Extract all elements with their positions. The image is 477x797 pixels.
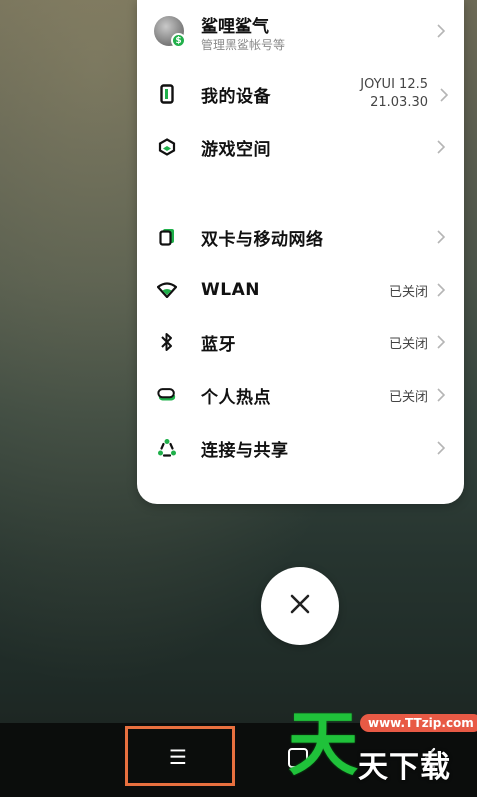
chevron-right-icon — [434, 140, 448, 154]
device-version-os: JOYUI 12.5 — [360, 77, 428, 92]
wifi-icon — [157, 280, 177, 300]
hexagon-icon — [157, 137, 177, 157]
avatar-badge: $ — [171, 33, 186, 48]
menu-button[interactable]: ☰ — [160, 739, 196, 775]
chevron-right-icon — [434, 230, 448, 244]
settings-item-label: 游戏空间 — [201, 139, 271, 160]
chevron-right-icon — [434, 388, 448, 402]
chevron-right-icon — [434, 24, 448, 38]
chevron-right-icon — [434, 283, 448, 297]
settings-item-game-space[interactable]: 游戏空间 — [137, 125, 464, 169]
settings-card: $ 鲨哩鲨气 管理黑鲨帐号等 我的设备 JOYUI 12.5 21.03.30 — [137, 0, 464, 504]
settings-item-share[interactable]: 连接与共享 — [137, 426, 464, 470]
close-button[interactable] — [261, 567, 339, 645]
bluetooth-icon — [157, 332, 177, 352]
menu-icon: ☰ — [169, 745, 187, 769]
settings-item-label: WLAN — [201, 280, 260, 300]
watermark-text: 天下载 — [358, 750, 451, 785]
phone-device-icon — [157, 84, 177, 104]
settings-item-status: 已关闭 — [388, 284, 428, 300]
profile-row[interactable]: $ 鲨哩鲨气 管理黑鲨帐号等 — [137, 0, 464, 62]
settings-item-label: 蓝牙 — [201, 334, 236, 355]
chevron-right-icon — [434, 335, 448, 349]
settings-item-hotspot[interactable]: 个人热点 已关闭 — [137, 373, 464, 417]
profile-name: 鲨哩鲨气 — [201, 17, 269, 37]
settings-item-label: 个人热点 — [201, 387, 271, 408]
share-icon — [157, 438, 177, 458]
settings-item-status: 已关闭 — [388, 336, 428, 352]
chevron-right-icon — [440, 87, 449, 106]
device-version: JOYUI 12.5 21.03.30 — [360, 76, 428, 112]
settings-item-label: 连接与共享 — [201, 440, 289, 461]
close-icon — [289, 593, 311, 619]
settings-item-sim[interactable]: 双卡与移动网络 — [137, 215, 464, 259]
watermark-url: www.TTzip.com — [360, 714, 477, 732]
settings-item-bluetooth[interactable]: 蓝牙 已关闭 — [137, 320, 464, 364]
hotspot-icon — [157, 385, 177, 405]
settings-item-status: 已关闭 — [388, 389, 428, 405]
sim-card-icon — [157, 227, 177, 247]
settings-item-wlan[interactable]: WLAN 已关闭 — [137, 268, 464, 312]
settings-item-label: 双卡与移动网络 — [201, 229, 324, 250]
device-version-date: 21.03.30 — [370, 95, 428, 110]
watermark-logo-char: 天 — [288, 703, 358, 785]
settings-item-label: 我的设备 — [201, 86, 271, 107]
chevron-right-icon — [434, 441, 448, 455]
site-watermark: 天 www.TTzip.com 天下载 — [286, 703, 477, 794]
profile-subtitle: 管理黑鲨帐号等 — [201, 38, 286, 52]
